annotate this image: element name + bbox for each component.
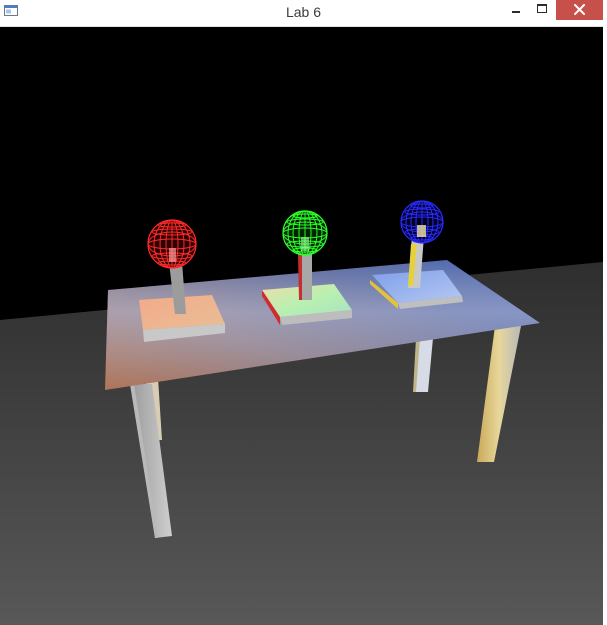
minimize-icon (512, 11, 520, 13)
minimize-button[interactable] (504, 0, 528, 20)
close-icon (574, 4, 585, 15)
window-border (603, 26, 607, 625)
sphere-green (282, 210, 328, 256)
sphere-blue (400, 200, 444, 244)
scene-render (0, 200, 603, 625)
app-window: Lab 6 (0, 0, 607, 625)
maximize-button[interactable] (530, 0, 554, 20)
title-bar[interactable]: Lab 6 (0, 0, 607, 27)
app-window-icon[interactable] (4, 5, 18, 16)
close-button[interactable] (556, 0, 603, 20)
opengl-viewport[interactable] (0, 27, 603, 625)
maximize-icon (537, 4, 547, 13)
sphere-red (147, 219, 197, 269)
